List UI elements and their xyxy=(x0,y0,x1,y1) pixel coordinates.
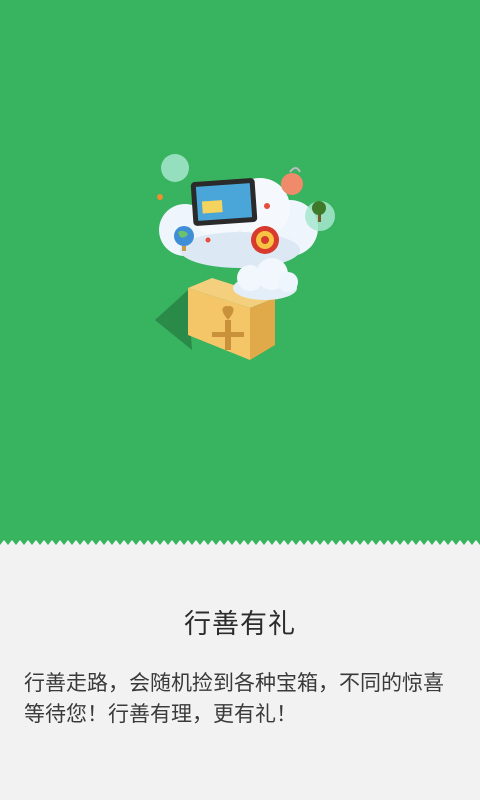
page-title: 行善有礼 xyxy=(184,609,296,640)
intro-content: 行善有礼 行善走路，会随机捡到各种宝箱，不同的惊喜等待您！行善有理，更有礼！ xyxy=(0,550,480,800)
page-description: 行善走路，会随机捡到各种宝箱，不同的惊喜等待您！行善有理，更有礼！ xyxy=(24,671,444,726)
dot-icon xyxy=(157,194,163,200)
fu-charm-icon xyxy=(251,226,279,254)
tag-icon xyxy=(281,167,303,195)
intro-screen: 行善有礼 行善走路，会随机捡到各种宝箱，不同的惊喜等待您！行善有理，更有礼！ xyxy=(0,0,480,800)
zigzag-edge xyxy=(0,540,480,550)
bubble-icon xyxy=(161,154,189,182)
treasure-box-illustration xyxy=(155,154,335,360)
box-shadow xyxy=(155,290,192,350)
dot-icon xyxy=(264,203,270,209)
hero-banner xyxy=(0,0,480,545)
dot-icon xyxy=(205,237,211,243)
tablet-icon xyxy=(190,178,258,226)
